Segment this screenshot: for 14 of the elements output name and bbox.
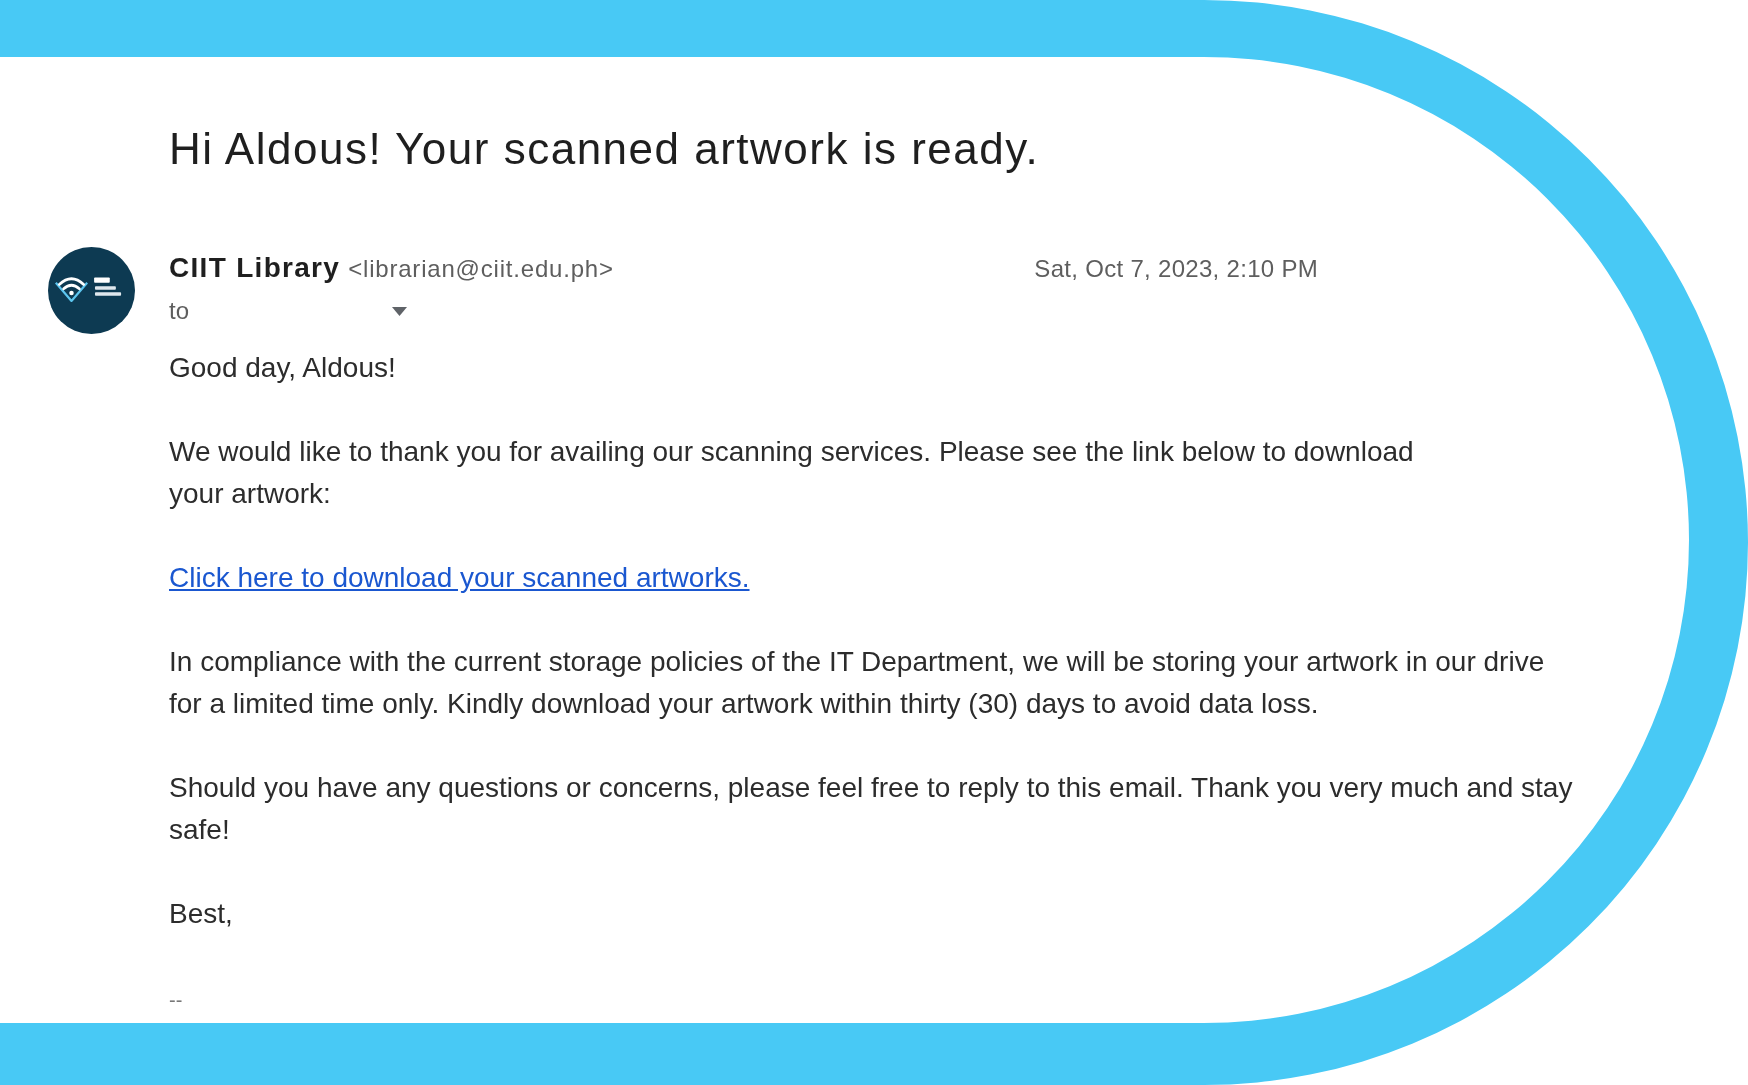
body-paragraph: In compliance with the current storage policies of the IT Department, we will be storing your artwork in our drive for a limited time only. Kindly download your artwork within thirty (30) days to avoid data loss. (169, 645, 1546, 721)
body-paragraph: Good day, Aldous! (169, 351, 396, 385)
recipient-label: to (169, 297, 190, 325)
download-link[interactable]: Click here to download your scanned artworks. (169, 562, 750, 593)
caret-icon[interactable] (392, 306, 407, 316)
signature-separator: -- (169, 988, 183, 1013)
email-subject: Hi Aldous! Your scanned artwork is ready. (169, 124, 1040, 174)
body-paragraph: Should you have any questions or concerns, please feel free to reply to this email. Thank you very much and stay safe! (169, 771, 1574, 847)
library-logo-icon (48, 247, 135, 334)
body-paragraph: Best, (169, 897, 233, 931)
sender-name: CIIT Library (169, 252, 341, 284)
body-paragraph: We would like to thank you for availing our scanning services. Please see the link below to download your artwork: (169, 435, 1414, 511)
sender-address: <librarian@ciit.edu.ph> (348, 255, 614, 283)
email-date: Sat, Oct 7, 2023, 2:10 PM (1034, 255, 1318, 283)
